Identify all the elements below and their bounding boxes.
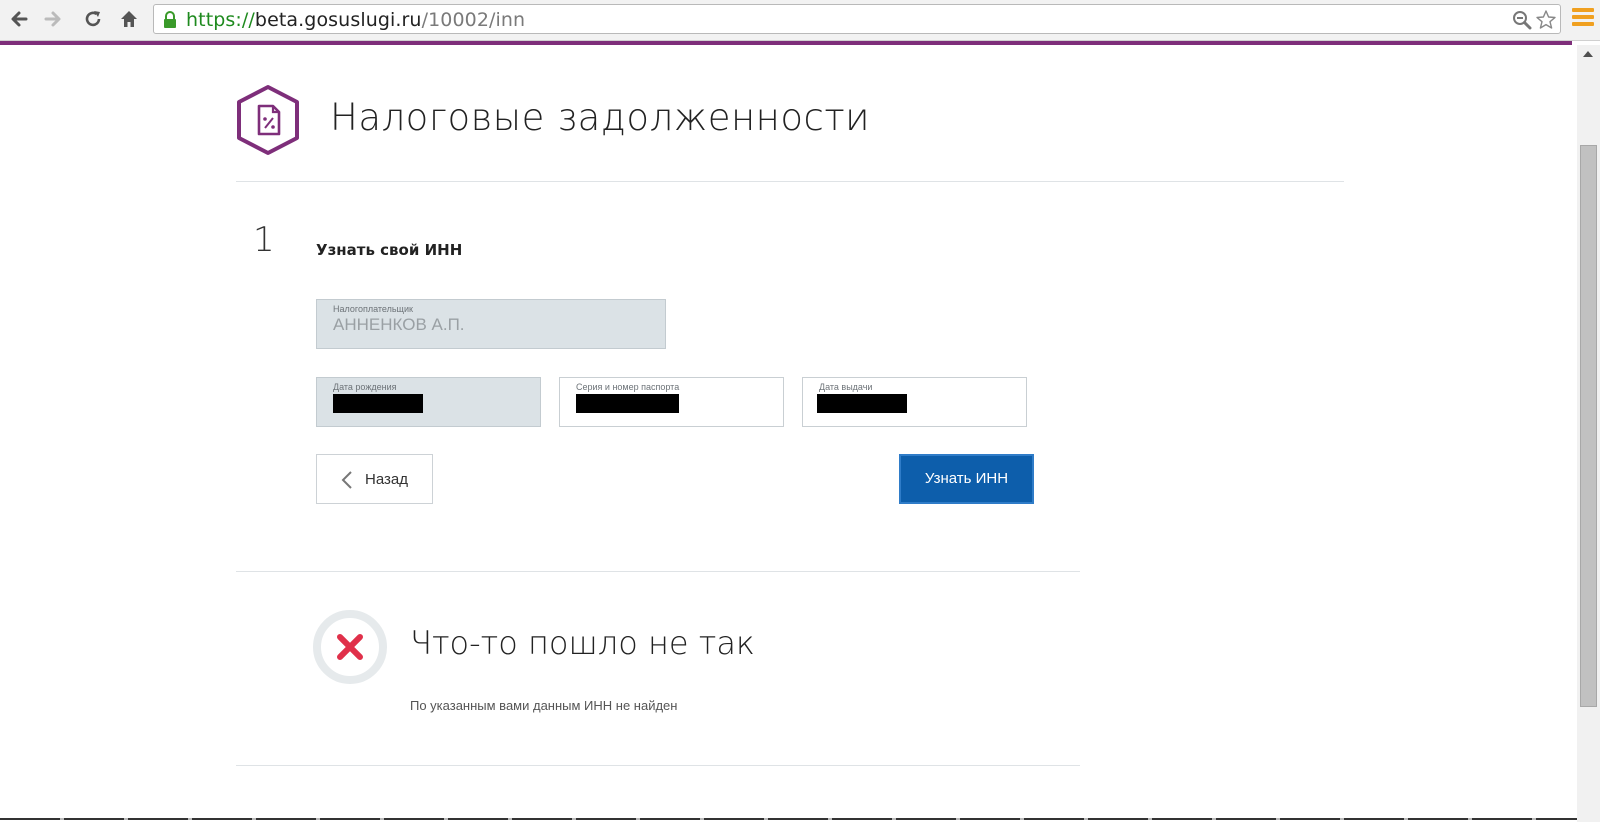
browser-toolbar: https://beta.gosuslugi.ru/10002/inn [0,0,1600,41]
redacted-value [576,394,679,413]
reload-icon [85,11,101,27]
find-inn-button[interactable]: Узнать ИНН [899,454,1034,504]
forward-nav-button[interactable] [40,6,66,32]
taxpayer-label: Налогоплательщик [333,304,413,314]
reload-button[interactable] [80,6,106,32]
hamburger-menu-icon[interactable] [1572,8,1594,30]
taxpayer-value: АННЕНКОВ А.П. [333,315,465,334]
step-number: 1 [253,220,275,260]
lock-icon [164,11,176,28]
chevron-left-icon [341,471,352,489]
step-title: Узнать свой ИНН [316,241,463,259]
bottom-edge [0,818,1577,820]
back-nav-button[interactable] [6,6,32,32]
passport-label: Серия и номер паспорта [576,382,680,392]
error-cross-icon [313,610,387,684]
error-message: По указанным вами данным ИНН не найден [410,698,678,713]
issue-date-label: Дата выдачи [819,382,873,392]
back-button-label: Назад [365,471,408,488]
address-url[interactable]: https://beta.gosuslugi.ru/10002/inn [186,9,525,31]
arrow-right-icon [44,11,61,27]
redacted-value [333,394,423,413]
url-path: /10002/inn [421,9,526,31]
header-divider [236,181,1344,182]
step-divider [236,571,1080,572]
back-button[interactable]: Назад [316,454,433,504]
home-icon [121,11,137,27]
scroll-thumb[interactable] [1580,145,1597,707]
page-title: Налоговые задолженности [330,96,871,139]
issue-date-field[interactable]: Дата выдачи [802,377,1027,427]
home-button[interactable] [116,6,142,32]
scroll-up-icon[interactable] [1583,51,1593,57]
tax-document-percent-icon [237,85,299,155]
error-divider [236,765,1080,766]
arrow-left-icon [11,11,28,27]
address-bar[interactable]: https://beta.gosuslugi.ru/10002/inn [153,4,1561,34]
magnifier-icon[interactable] [1511,9,1533,31]
birth-date-label: Дата рождения [333,382,397,392]
site-header-strip [0,41,1572,45]
error-title: Что-то пошло не так [410,624,755,662]
page-scrollbar[interactable] [1577,45,1600,822]
taxpayer-field: Налогоплательщик АННЕНКОВ А.П. [316,299,666,349]
star-icon[interactable] [1535,9,1557,31]
url-scheme: https:// [186,9,255,31]
redacted-value [817,394,907,413]
birth-date-field[interactable]: Дата рождения [316,377,541,427]
passport-field[interactable]: Серия и номер паспорта [559,377,784,427]
url-host: beta.gosuslugi.ru [254,9,422,31]
